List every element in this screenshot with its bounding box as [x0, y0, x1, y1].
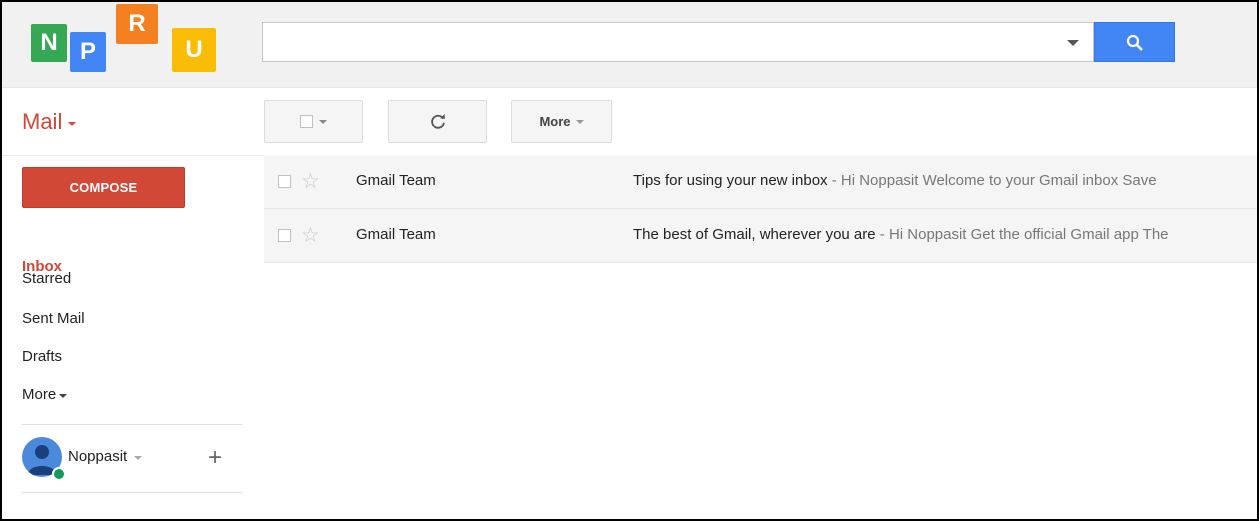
logo-tile-p: P [70, 32, 106, 72]
email-subject: The best of Gmail, wherever you are [633, 226, 876, 243]
sidebar-item-label: Drafts [22, 348, 63, 365]
search-input[interactable] [263, 23, 1053, 61]
chevron-down-icon [59, 393, 68, 398]
sidebar-item-sent-mail[interactable]: Sent Mail [22, 310, 85, 327]
email-row[interactable]: ☆ Gmail Team The best of Gmail, wherever… [264, 209, 1257, 263]
account-switcher[interactable]: Noppasit [68, 448, 143, 465]
search-options-dropdown-icon[interactable] [1067, 40, 1079, 46]
sidebar-divider [22, 492, 242, 493]
search-button[interactable] [1094, 22, 1175, 62]
select-all-button[interactable] [264, 100, 363, 143]
more-actions-button[interactable]: More [511, 100, 612, 143]
refresh-icon [430, 113, 445, 129]
chevron-down-icon [319, 119, 327, 124]
chevron-down-icon [68, 121, 77, 126]
sidebar-item-label: Starred [22, 270, 72, 287]
sidebar-item-label: Sent Mail [22, 310, 85, 327]
compose-button[interactable]: COMPOSE [22, 167, 185, 208]
star-icon[interactable]: ☆ [301, 169, 320, 194]
email-snippet: - Hi Noppasit Welcome to your Gmail inbo… [827, 172, 1157, 189]
online-status-indicator [52, 467, 66, 481]
email-preview: Tips for using your new inbox - Hi Noppa… [633, 172, 1157, 189]
chevron-down-icon [134, 455, 143, 460]
compose-label: COMPOSE [69, 180, 138, 195]
email-sender: Gmail Team [356, 172, 436, 189]
logo-tile-u: U [172, 28, 216, 72]
email-preview: The best of Gmail, wherever you are - Hi… [633, 226, 1169, 243]
nrpu-logo[interactable]: N P R U [23, 2, 223, 72]
email-sender: Gmail Team [356, 226, 436, 243]
mail-label: Mail [22, 109, 63, 134]
sidebar-item-more[interactable]: More [22, 386, 68, 403]
add-account-icon[interactable]: + [208, 446, 222, 470]
email-row[interactable]: ☆ Gmail Team Tips for using your new inb… [264, 155, 1257, 209]
email-select-checkbox[interactable] [278, 229, 291, 242]
logo-tile-n: N [31, 24, 67, 62]
email-subject: Tips for using your new inbox [633, 172, 828, 189]
search-box [262, 22, 1094, 62]
refresh-button[interactable] [388, 100, 487, 143]
sidebar-divider [22, 424, 242, 425]
mail-app-switcher[interactable]: Mail [22, 109, 77, 135]
account-name: Noppasit [68, 448, 128, 465]
email-snippet: - Hi Noppasit Get the official Gmail app… [875, 226, 1169, 243]
sidebar-item-label: More [22, 386, 57, 403]
select-all-checkbox[interactable] [300, 115, 313, 128]
star-icon[interactable]: ☆ [301, 223, 320, 248]
more-actions-label: More [539, 114, 571, 129]
search-icon [1126, 34, 1143, 50]
chevron-down-icon [575, 119, 584, 124]
sidebar-item-drafts[interactable]: Drafts [22, 348, 62, 365]
sidebar-item-starred-label-wrap[interactable]: Starred [22, 270, 71, 287]
email-select-checkbox[interactable] [278, 175, 291, 188]
logo-tile-r: R [116, 4, 158, 44]
